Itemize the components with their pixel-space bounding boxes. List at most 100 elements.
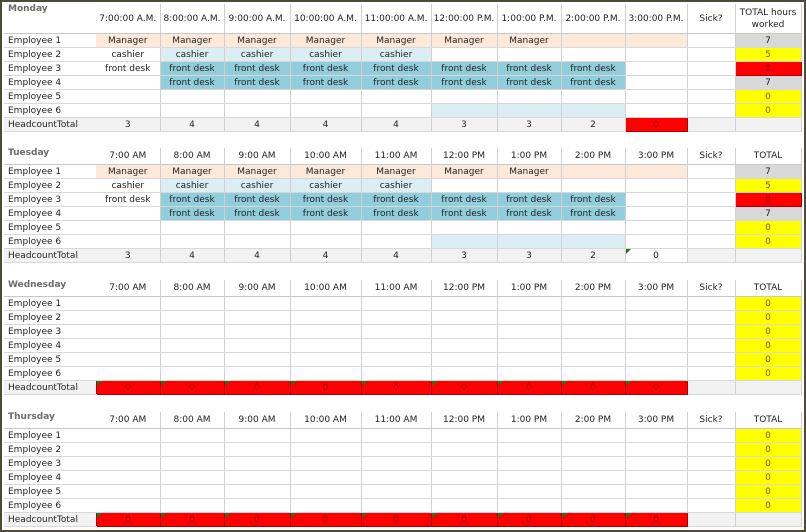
shift-cell[interactable]: Manager bbox=[361, 164, 432, 179]
shift-cell[interactable] bbox=[361, 366, 432, 381]
shift-cell[interactable] bbox=[625, 366, 688, 381]
time-header[interactable]: 3:00:00 P.M. bbox=[625, 4, 688, 34]
sick-cell[interactable] bbox=[687, 89, 736, 104]
shift-cell[interactable] bbox=[431, 47, 498, 62]
shift-cell[interactable]: front desk bbox=[361, 61, 432, 76]
shift-cell[interactable]: front desk bbox=[561, 61, 626, 76]
shift-cell[interactable] bbox=[497, 366, 562, 381]
employee-name[interactable]: Employee 3 bbox=[4, 61, 96, 76]
shift-cell[interactable] bbox=[561, 220, 626, 235]
shift-cell[interactable] bbox=[497, 103, 562, 118]
shift-cell[interactable]: front desk bbox=[431, 61, 498, 76]
shift-cell[interactable] bbox=[431, 498, 498, 513]
shift-cell[interactable] bbox=[497, 324, 562, 339]
shift-cell[interactable] bbox=[160, 103, 225, 118]
employee-name[interactable]: Employee 2 bbox=[4, 178, 96, 193]
time-header[interactable]: 10:00 AM bbox=[290, 148, 362, 165]
headcount-cell[interactable]: 0 bbox=[625, 248, 688, 263]
total-hours-cell[interactable]: 0 bbox=[735, 428, 802, 443]
time-header[interactable]: 8:00 AM bbox=[160, 148, 225, 165]
shift-cell[interactable] bbox=[561, 498, 626, 513]
shift-cell[interactable] bbox=[561, 352, 626, 367]
sick-cell[interactable] bbox=[687, 47, 736, 62]
shift-cell[interactable] bbox=[160, 338, 225, 353]
shift-cell[interactable] bbox=[290, 220, 362, 235]
total-header[interactable]: TOTAL hours worked bbox=[735, 4, 802, 34]
shift-cell[interactable] bbox=[224, 498, 291, 513]
shift-cell[interactable]: front desk bbox=[160, 61, 225, 76]
headcount-cell[interactable]: 0 bbox=[289, 512, 362, 527]
shift-cell[interactable]: Manager bbox=[497, 164, 562, 179]
headcount-cell[interactable]: 0 bbox=[360, 512, 432, 527]
headcount-cell[interactable]: 0 bbox=[624, 512, 688, 527]
headcount-cell[interactable]: 0 bbox=[496, 512, 562, 527]
shift-cell[interactable] bbox=[224, 89, 291, 104]
shift-cell[interactable] bbox=[625, 484, 688, 499]
shift-cell[interactable]: cashier bbox=[361, 47, 432, 62]
shift-cell[interactable] bbox=[431, 428, 498, 443]
headcount-cell[interactable]: 0 bbox=[560, 512, 626, 527]
time-header[interactable]: 12:00 PM bbox=[431, 148, 498, 165]
time-header[interactable]: 2:00:00 P.M. bbox=[561, 4, 626, 34]
shift-cell[interactable]: front desk bbox=[160, 206, 225, 221]
shift-cell[interactable] bbox=[431, 296, 498, 311]
shift-cell[interactable] bbox=[290, 352, 362, 367]
shift-cell[interactable] bbox=[497, 470, 562, 485]
shift-cell[interactable] bbox=[224, 442, 291, 457]
time-header[interactable]: 8:00 AM bbox=[160, 280, 225, 297]
shift-cell[interactable]: cashier bbox=[96, 47, 161, 62]
shift-cell[interactable]: front desk bbox=[96, 192, 161, 207]
shift-cell[interactable] bbox=[361, 324, 432, 339]
shift-cell[interactable] bbox=[160, 498, 225, 513]
time-header[interactable]: 9:00 AM bbox=[224, 280, 291, 297]
time-header[interactable]: 10:00 AM bbox=[290, 412, 362, 429]
shift-cell[interactable] bbox=[160, 470, 225, 485]
shift-cell[interactable] bbox=[160, 234, 225, 249]
shift-cell[interactable] bbox=[561, 470, 626, 485]
shift-cell[interactable] bbox=[224, 470, 291, 485]
headcount-cell[interactable]: 2 bbox=[561, 117, 626, 132]
shift-cell[interactable] bbox=[497, 89, 562, 104]
shift-cell[interactable] bbox=[224, 103, 291, 118]
shift-cell[interactable] bbox=[497, 442, 562, 457]
shift-cell[interactable] bbox=[561, 366, 626, 381]
sick-cell[interactable] bbox=[687, 484, 736, 499]
shift-cell[interactable] bbox=[96, 366, 161, 381]
shift-cell[interactable] bbox=[625, 428, 688, 443]
shift-cell[interactable] bbox=[625, 338, 688, 353]
shift-cell[interactable]: front desk bbox=[290, 75, 362, 90]
shift-cell[interactable] bbox=[431, 338, 498, 353]
shift-cell[interactable] bbox=[431, 234, 498, 249]
shift-cell[interactable] bbox=[290, 366, 362, 381]
employee-name[interactable]: Employee 6 bbox=[4, 366, 96, 381]
shift-cell[interactable] bbox=[561, 484, 626, 499]
shift-cell[interactable] bbox=[497, 47, 562, 62]
headcount-sick-cell[interactable] bbox=[687, 512, 736, 527]
shift-cell[interactable] bbox=[160, 296, 225, 311]
shift-cell[interactable] bbox=[290, 234, 362, 249]
total-hours-cell[interactable]: 0 bbox=[735, 234, 802, 249]
shift-cell[interactable] bbox=[160, 442, 225, 457]
employee-name[interactable]: Employee 2 bbox=[4, 442, 96, 457]
headcount-cell[interactable]: 0 bbox=[223, 512, 291, 527]
shift-cell[interactable] bbox=[96, 456, 161, 471]
shift-cell[interactable]: Manager bbox=[96, 164, 161, 179]
time-header[interactable]: 7:00 AM bbox=[96, 148, 161, 165]
headcount-total-cell[interactable] bbox=[735, 380, 802, 395]
employee-name[interactable]: Employee 3 bbox=[4, 324, 96, 339]
shift-cell[interactable] bbox=[497, 484, 562, 499]
shift-cell[interactable]: cashier bbox=[160, 47, 225, 62]
shift-cell[interactable] bbox=[561, 296, 626, 311]
shift-cell[interactable] bbox=[625, 296, 688, 311]
total-hours-cell[interactable]: 0 bbox=[735, 220, 802, 235]
shift-cell[interactable] bbox=[160, 484, 225, 499]
time-header[interactable]: 10:00:00 A.M. bbox=[290, 4, 362, 34]
shift-cell[interactable] bbox=[361, 296, 432, 311]
shift-cell[interactable]: Manager bbox=[96, 33, 161, 48]
shift-cell[interactable]: Manager bbox=[290, 164, 362, 179]
total-hours-cell[interactable]: 0 bbox=[735, 338, 802, 353]
shift-cell[interactable] bbox=[96, 89, 161, 104]
sick-cell[interactable] bbox=[687, 352, 736, 367]
headcount-cell[interactable]: 3 bbox=[96, 248, 161, 263]
shift-cell[interactable]: front desk bbox=[96, 61, 161, 76]
